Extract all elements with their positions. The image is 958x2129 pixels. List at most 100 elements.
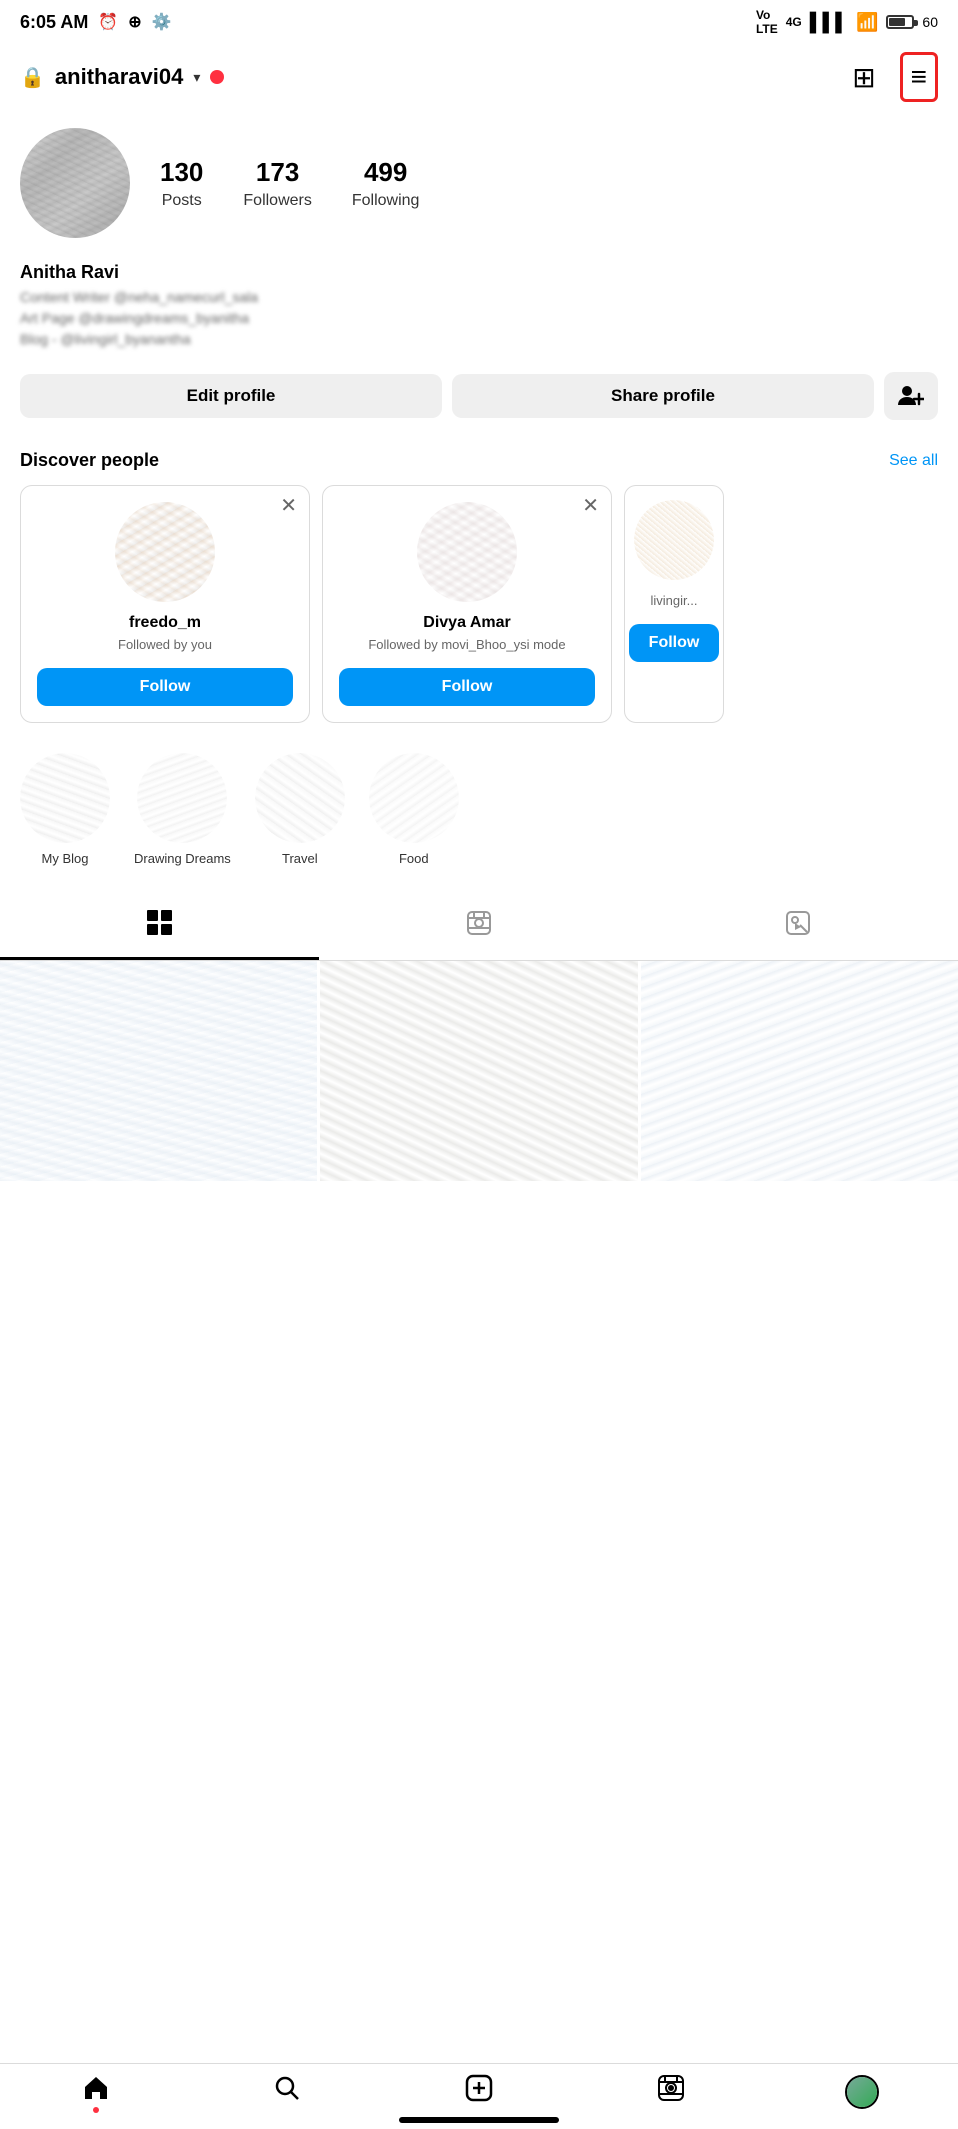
person-desc-3: livingir... (651, 592, 698, 610)
nav-home[interactable] (0, 2074, 192, 2109)
edit-profile-button[interactable]: Edit profile (20, 374, 442, 418)
posts-count: 130 (160, 157, 203, 188)
battery-icon (886, 15, 914, 29)
highlight-label-3: Travel (282, 851, 318, 866)
nav-search[interactable] (192, 2074, 384, 2109)
settings-icon: ⚙️ (152, 12, 172, 32)
person-avatar-2 (417, 502, 517, 602)
person-avatar-3 (634, 500, 714, 580)
tab-posts[interactable] (0, 896, 319, 960)
menu-button[interactable]: ≡ (900, 52, 938, 102)
profile-thumb (845, 2075, 879, 2109)
status-indicators: VoLTE 4G ▌▌▌ 📶 60 (756, 8, 938, 36)
nav-icons: ⊞ ≡ (848, 52, 938, 102)
avatar-container[interactable] (20, 128, 130, 238)
highlight-label-4: Food (399, 851, 429, 866)
highlight-item-2[interactable]: Drawing Dreams (134, 753, 231, 866)
followers-label: Followers (243, 192, 311, 210)
wifi-icon: 📶 (856, 12, 878, 33)
nav-profile[interactable] (766, 2074, 958, 2109)
add-square-icon (465, 2074, 493, 2109)
4g-indicator: 4G (786, 15, 802, 29)
followers-count: 173 (256, 157, 299, 188)
status-bar: 6:05 AM ⏰ ⊕ ⚙️ VoLTE 4G ▌▌▌ 📶 60 (0, 0, 958, 42)
following-stat[interactable]: 499 Following (352, 157, 420, 210)
dropdown-arrow-icon[interactable]: ▾ (193, 69, 200, 86)
follow-button-2[interactable]: Follow (339, 668, 595, 706)
post-item-1[interactable] (0, 961, 317, 1278)
highlight-circle-4 (369, 753, 459, 843)
status-time: 6:05 AM ⏰ ⊕ ⚙️ (20, 12, 172, 33)
username-text[interactable]: anitharavi04 (55, 64, 183, 90)
follow-button-1[interactable]: Follow (37, 668, 293, 706)
highlight-circle-3 (255, 753, 345, 843)
bio-line-1: Content Writer @neha_namecurl_sala (20, 287, 938, 308)
post-item-2[interactable] (320, 961, 637, 1278)
posts-stat[interactable]: 130 Posts (160, 157, 203, 210)
close-card-2-button[interactable]: ✕ (582, 496, 599, 516)
battery-level: 60 (922, 14, 938, 30)
profile-top: 130 Posts 173 Followers 499 Following (20, 128, 938, 238)
highlights-section: My Blog Drawing Dreams Travel Food (0, 733, 958, 876)
home-indicator (399, 2117, 559, 2123)
person-card-2: ✕ Divya Amar Followed by movi_Bhoo_ysi m… (322, 485, 612, 723)
profile-section: 130 Posts 173 Followers 499 Following (0, 112, 958, 248)
reels-nav-icon (657, 2074, 685, 2109)
highlight-image-3 (255, 753, 345, 843)
search-icon (273, 2074, 301, 2109)
top-navigation: 🔒 anitharavi04 ▾ ⊞ ≡ (0, 42, 958, 112)
username-container[interactable]: 🔒 anitharavi04 ▾ (20, 64, 224, 90)
person-name-1: freedo_m (129, 614, 201, 632)
discover-header: Discover people See all (20, 450, 938, 471)
person-card-1: ✕ freedo_m Followed by you Follow (20, 485, 310, 723)
add-post-button[interactable]: ⊞ (848, 57, 879, 98)
profile-name: Anitha Ravi (20, 262, 938, 283)
signal-icon: ▌▌▌ (810, 12, 848, 33)
highlight-image-1 (20, 753, 110, 843)
highlight-item-4[interactable]: Food (369, 753, 459, 866)
highlight-item-3[interactable]: Travel (255, 753, 345, 866)
nav-add[interactable] (383, 2074, 575, 2109)
highlight-label-2: Drawing Dreams (134, 851, 231, 866)
person-name-2: Divya Amar (423, 614, 510, 632)
content-tabs (0, 896, 958, 961)
post-item-3[interactable] (641, 961, 958, 1278)
reels-icon (466, 910, 492, 943)
home-notification-dot (93, 2107, 99, 2113)
person-avatar-1 (115, 502, 215, 602)
following-count: 499 (364, 157, 407, 188)
tab-tagged[interactable] (639, 896, 958, 960)
highlight-circle-1 (20, 753, 110, 843)
see-all-button[interactable]: See all (889, 452, 938, 470)
bio-line-3: Blog - @livingirl_byanantha (20, 329, 938, 350)
highlight-label-1: My Blog (42, 851, 89, 866)
person-add-icon (898, 385, 924, 407)
avatar-image (20, 128, 130, 238)
profile-thumb-img (847, 2077, 877, 2107)
followers-stat[interactable]: 173 Followers (243, 157, 311, 210)
person-desc-2: Followed by movi_Bhoo_ysi mode (368, 636, 565, 654)
posts-grid (0, 961, 958, 1278)
posts-label: Posts (162, 192, 202, 210)
hamburger-icon: ≡ (911, 61, 927, 92)
discover-title: Discover people (20, 450, 159, 471)
bio-section: Anitha Ravi Content Writer @neha_namecur… (0, 248, 958, 366)
discover-people-section: Discover people See all ✕ freedo_m Follo… (0, 440, 958, 733)
app-icon: ⊕ (128, 12, 141, 32)
tab-reels[interactable] (319, 896, 638, 960)
home-icon (82, 2074, 110, 2109)
action-buttons: Edit profile Share profile (0, 366, 958, 440)
follow-button-3[interactable]: Follow (629, 624, 719, 662)
person-desc-1: Followed by you (118, 636, 212, 654)
close-card-1-button[interactable]: ✕ (280, 496, 297, 516)
people-cards-container: ✕ freedo_m Followed by you Follow ✕ Divy… (20, 485, 938, 723)
following-label: Following (352, 192, 420, 210)
stats-container: 130 Posts 173 Followers 499 Following (160, 157, 938, 210)
notification-dot (210, 70, 224, 84)
nav-reels[interactable] (575, 2074, 767, 2109)
highlight-item-1[interactable]: My Blog (20, 753, 110, 866)
add-friend-button[interactable] (884, 372, 938, 420)
lock-icon: 🔒 (20, 65, 45, 90)
profile-avatar[interactable] (20, 128, 130, 238)
share-profile-button[interactable]: Share profile (452, 374, 874, 418)
